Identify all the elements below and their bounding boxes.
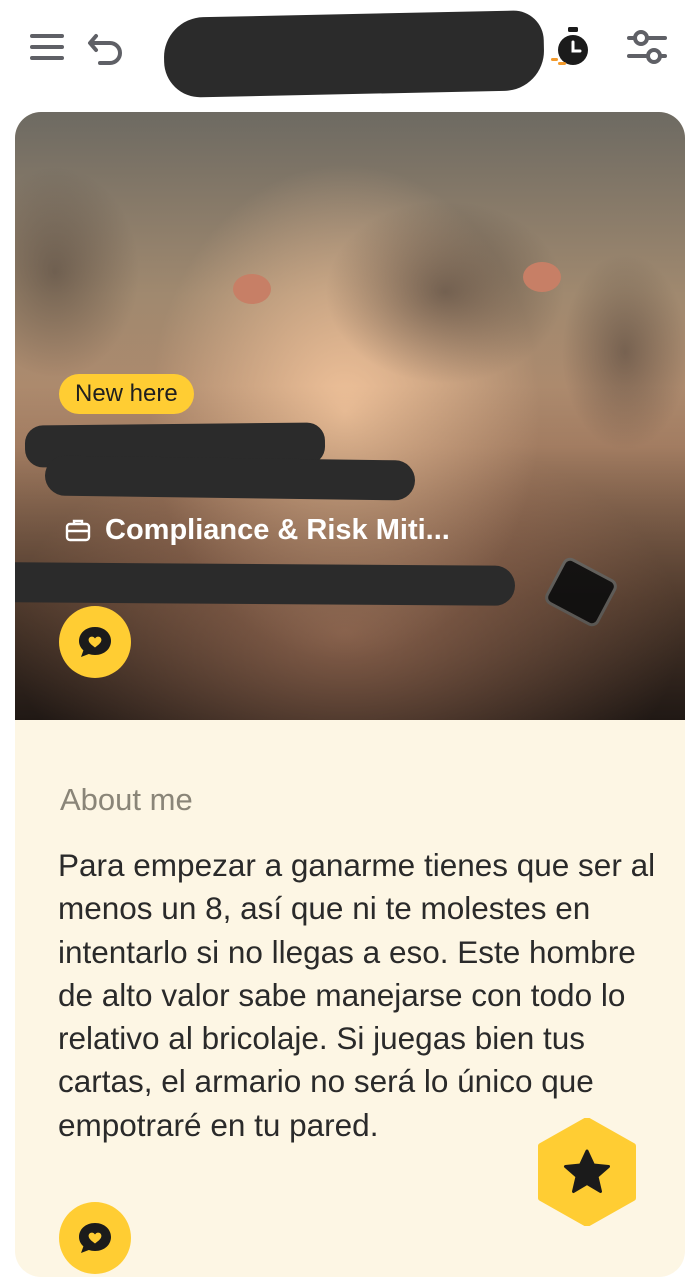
job-row: Compliance & Risk Miti...	[65, 510, 450, 550]
job-title: Compliance & Risk Miti...	[105, 513, 450, 546]
profile-photo[interactable]: New here Compliance & Risk Miti...	[15, 112, 685, 720]
redacted-name	[44, 455, 416, 501]
menu-icon[interactable]	[24, 24, 70, 70]
new-here-badge: New here	[59, 374, 194, 414]
profile-card[interactable]: New here Compliance & Risk Miti... About…	[15, 112, 685, 1277]
about-me-text: Para empezar a ganarme tienes que ser al…	[58, 847, 656, 1143]
redacted-name-bar	[163, 10, 545, 98]
chat-bubble-heart-icon	[79, 627, 111, 657]
chat-bubble-heart-icon	[79, 1223, 111, 1253]
chat-button[interactable]	[59, 606, 131, 678]
briefcase-icon	[65, 519, 91, 542]
superswipe-button[interactable]	[533, 1118, 641, 1226]
filter-icon[interactable]	[624, 24, 670, 70]
redacted-school	[15, 562, 516, 606]
about-me-title: About me	[60, 782, 193, 817]
chat-button[interactable]	[59, 1202, 131, 1274]
top-bar	[0, 0, 700, 100]
timer-icon[interactable]	[548, 24, 594, 70]
undo-icon[interactable]	[84, 24, 130, 70]
